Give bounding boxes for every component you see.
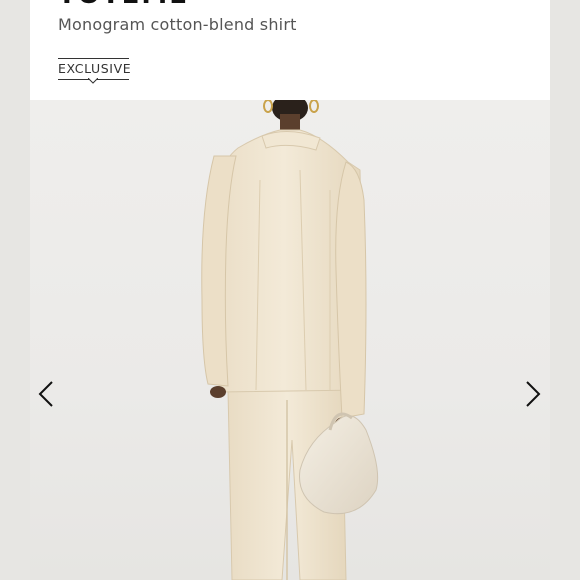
product-header: TOTEME Monogram cotton-blend shirt EXCLU… (30, 0, 550, 100)
product-title: Monogram cotton-blend shirt (58, 15, 297, 34)
page-margin-right (550, 0, 580, 580)
brand-name[interactable]: TOTEME (58, 0, 189, 10)
product-image-gallery[interactable] (30, 100, 550, 580)
badge-pointer-icon (88, 78, 98, 84)
page-margin-left (0, 0, 30, 580)
chevron-right-icon[interactable] (521, 380, 545, 408)
chevron-left-icon[interactable] (36, 380, 60, 408)
model-back-view-image (201, 100, 379, 580)
exclusive-badge: EXCLUSIVE (58, 58, 131, 80)
